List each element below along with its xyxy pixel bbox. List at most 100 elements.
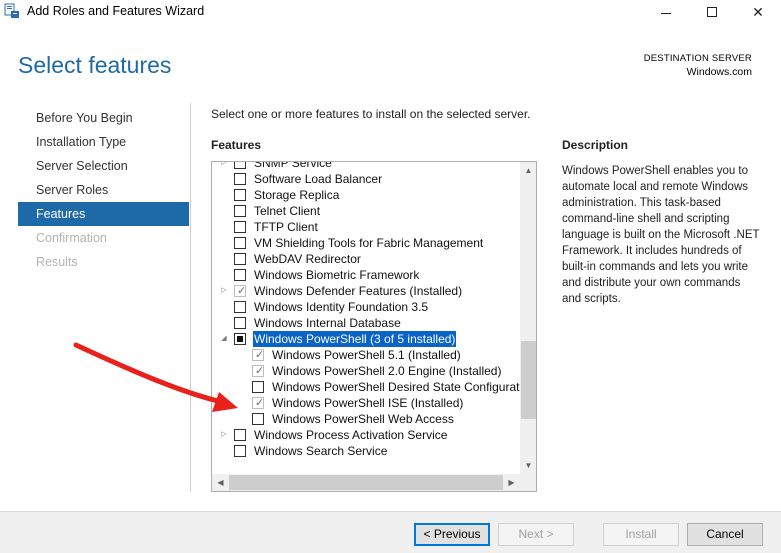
instructions-text: Select one or more features to install o… (211, 107, 531, 121)
close-icon[interactable]: ✕ (735, 0, 781, 24)
feature-label[interactable]: VM Shielding Tools for Fabric Management (253, 235, 484, 251)
feature-row-storage-replica[interactable]: Storage Replica (212, 187, 520, 203)
horizontal-scrollbar-thumb[interactable] (229, 475, 503, 490)
feature-row-tftp-client[interactable]: TFTP Client (212, 219, 520, 235)
features-tree[interactable]: ▷ SNMP Service Software Load Balancer Stora… (211, 161, 537, 492)
feature-row-windows-search-service[interactable]: Windows Search Service (212, 443, 520, 459)
scroll-right-icon[interactable]: ▶ (503, 474, 520, 491)
feature-checkbox[interactable] (234, 253, 246, 265)
checkmark-icon: ✓ (255, 365, 265, 377)
feature-row-windows-internal-database[interactable]: Windows Internal Database (212, 315, 520, 331)
feature-label[interactable]: Windows PowerShell 5.1 (Installed) (271, 347, 462, 363)
expand-icon[interactable]: ▷ (220, 287, 228, 295)
feature-row-webdav-redirector[interactable]: WebDAV Redirector (212, 251, 520, 267)
feature-checkbox[interactable] (234, 333, 246, 345)
expand-icon[interactable]: ▷ (220, 431, 228, 439)
feature-checkbox: ✓ (234, 285, 246, 297)
feature-label[interactable]: Windows PowerShell Desired State Configu… (271, 379, 520, 395)
feature-checkbox[interactable] (234, 301, 246, 313)
feature-label[interactable]: Telnet Client (253, 203, 321, 219)
collapse-icon[interactable]: ◢ (220, 335, 228, 343)
nav-item-installation-type[interactable]: Installation Type (18, 130, 189, 154)
scroll-left-icon[interactable]: ◀ (212, 474, 229, 491)
feature-row-windows-powershell-desired-state-configurati[interactable]: Windows PowerShell Desired State Configu… (212, 379, 520, 395)
feature-label[interactable]: Windows Process Activation Service (253, 427, 448, 443)
feature-checkbox[interactable] (234, 221, 246, 233)
checkmark-icon: ✓ (237, 285, 247, 297)
feature-row-telnet-client[interactable]: Telnet Client (212, 203, 520, 219)
wizard-footer: < Previous Next > Install Cancel (0, 511, 781, 553)
feature-row-windows-process-activation-service[interactable]: ▷ Windows Process Activation Service (212, 427, 520, 443)
features-list: ▷ SNMP Service Software Load Balancer Stora… (212, 162, 520, 459)
scroll-up-icon[interactable]: ▲ (520, 162, 536, 179)
feature-checkbox[interactable] (234, 429, 246, 441)
feature-checkbox[interactable] (234, 445, 246, 457)
features-heading: Features (211, 138, 262, 152)
feature-row-windows-identity-foundation-3-5[interactable]: Windows Identity Foundation 3.5 (212, 299, 520, 315)
nav-item-before-you-begin[interactable]: Before You Begin (18, 106, 189, 130)
feature-label[interactable]: TFTP Client (253, 219, 319, 235)
feature-checkbox[interactable] (234, 237, 246, 249)
nav-item-server-selection[interactable]: Server Selection (18, 154, 189, 178)
nav-item-results: Results (36, 255, 78, 269)
checkmark-icon: ✓ (255, 349, 265, 361)
feature-label[interactable]: Windows Defender Features (Installed) (253, 283, 463, 299)
feature-label[interactable]: SNMP Service (253, 162, 333, 171)
feature-row-windows-powershell-5-1-installed[interactable]: ✓ Windows PowerShell 5.1 (Installed) (212, 347, 520, 363)
title-bar: Add Roles and Features Wizard ✕ (0, 0, 781, 24)
feature-checkbox[interactable] (234, 189, 246, 201)
feature-label[interactable]: Windows Biometric Framework (253, 267, 420, 283)
description-heading: Description (562, 138, 629, 152)
feature-label[interactable]: Windows Identity Foundation 3.5 (253, 299, 429, 315)
feature-checkbox[interactable] (234, 173, 246, 185)
expand-icon[interactable]: ▷ (220, 162, 228, 167)
install-button: Install (603, 523, 679, 546)
feature-label[interactable]: Windows PowerShell 2.0 Engine (Installed… (271, 363, 502, 379)
maximize-icon[interactable] (689, 0, 735, 24)
destination-server-value: Windows.com (686, 66, 752, 78)
feature-label[interactable]: Windows PowerShell Web Access (271, 411, 455, 427)
next-button: Next > (498, 523, 574, 546)
minimize-icon[interactable] (643, 0, 689, 24)
horizontal-scrollbar[interactable]: ◀ ▶ (212, 474, 520, 491)
wizard-steps-nav: Before You Begin Installation Type Serve… (18, 106, 189, 274)
feature-checkbox: ✓ (252, 397, 264, 409)
previous-button[interactable]: < Previous (414, 523, 490, 546)
feature-row-windows-powershell-2-0-engine-installed[interactable]: ✓ Windows PowerShell 2.0 Engine (Installe… (212, 363, 520, 379)
feature-checkbox: ✓ (252, 349, 264, 361)
feature-label[interactable]: Storage Replica (253, 187, 340, 203)
feature-label[interactable]: Software Load Balancer (253, 171, 383, 187)
page-title: Select features (18, 52, 172, 78)
window-title: Add Roles and Features Wizard (27, 4, 205, 18)
feature-row-windows-powershell-3-of-5-installed[interactable]: ◢ Windows PowerShell (3 of 5 installed) (212, 330, 520, 348)
feature-checkbox[interactable] (234, 317, 246, 329)
feature-label[interactable]: Windows PowerShell (3 of 5 installed) (251, 330, 458, 348)
feature-row-snmp-service[interactable]: ▷ SNMP Service (212, 162, 520, 171)
scrollbar-corner (520, 474, 536, 491)
feature-label[interactable]: WebDAV Redirector (253, 251, 362, 267)
feature-row-windows-defender-features-installed[interactable]: ▷ ✓ Windows Defender Features (Installed) (212, 283, 520, 299)
features-tree-viewport: ▷ SNMP Service Software Load Balancer Stora… (212, 162, 520, 474)
checkmark-icon: ✓ (255, 397, 265, 409)
feature-label[interactable]: Windows Search Service (253, 443, 388, 459)
feature-label[interactable]: Windows Internal Database (253, 315, 402, 331)
feature-row-windows-powershell-web-access[interactable]: Windows PowerShell Web Access (212, 411, 520, 427)
destination-server-label: DESTINATION SERVER (643, 53, 752, 64)
feature-checkbox[interactable] (234, 205, 246, 217)
cancel-button[interactable]: Cancel (687, 523, 763, 546)
feature-checkbox[interactable] (234, 269, 246, 281)
feature-row-software-load-balancer[interactable]: Software Load Balancer (212, 171, 520, 187)
nav-item-server-roles[interactable]: Server Roles (18, 178, 189, 202)
nav-item-features[interactable]: Features (18, 202, 189, 226)
nav-divider (190, 103, 191, 492)
feature-checkbox[interactable] (252, 413, 264, 425)
feature-row-vm-shielding-tools-for-fabric-management[interactable]: VM Shielding Tools for Fabric Management (212, 235, 520, 251)
feature-row-windows-powershell-ise-installed[interactable]: ✓ Windows PowerShell ISE (Installed) (212, 395, 520, 411)
scroll-down-icon[interactable]: ▼ (520, 457, 536, 474)
vertical-scrollbar[interactable]: ▲ ▼ (520, 162, 536, 474)
feature-label[interactable]: Windows PowerShell ISE (Installed) (271, 395, 464, 411)
feature-checkbox[interactable] (234, 162, 246, 169)
vertical-scrollbar-thumb[interactable] (521, 341, 536, 419)
feature-checkbox[interactable] (252, 381, 264, 393)
feature-row-windows-biometric-framework[interactable]: Windows Biometric Framework (212, 267, 520, 283)
